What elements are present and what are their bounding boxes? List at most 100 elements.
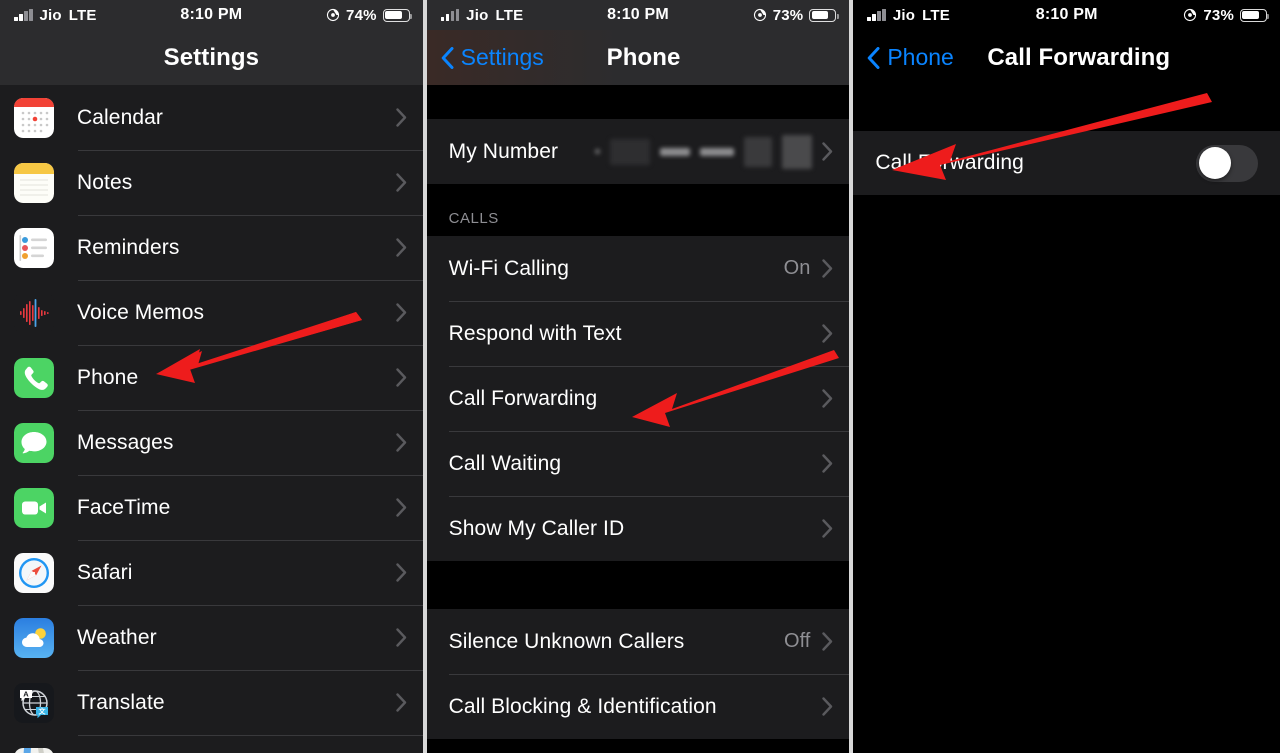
settings-apps-group: Calendar Notes Reminders Voice Memos Pho… [0, 85, 423, 753]
maps-app-icon [14, 747, 54, 753]
sidebar-item-maps[interactable] [0, 735, 423, 753]
chevron-right-icon [822, 454, 833, 473]
network-type-label: LTE [922, 6, 950, 24]
row-label: Show My Caller ID [448, 516, 625, 540]
chevron-right-icon [822, 259, 833, 278]
row-label: Call Forwarding [448, 386, 598, 410]
row-wifi-calling[interactable]: Wi-Fi Calling On [426, 236, 850, 301]
sidebar-item-messages[interactable]: Messages [0, 410, 423, 475]
cellular-signal-icon [867, 9, 886, 21]
settings-screen: Jio LTE 8:10 PM 74% Settings Calendar No… [0, 0, 423, 753]
row-silence-unknown-callers[interactable]: Silence Unknown Callers Off [426, 609, 850, 674]
network-type-label: LTE [68, 6, 97, 24]
back-button-label: Settings [460, 44, 544, 70]
call-forwarding-label: Call Forwarding [875, 151, 1024, 174]
row-label: Respond with Text [448, 321, 622, 345]
row-call-forwarding[interactable]: Call Forwarding [426, 366, 850, 431]
blocking-group: Silence Unknown Callers Off Call Blockin… [426, 609, 850, 739]
weather-app-icon [14, 617, 54, 658]
row-label: Call Blocking & Identification [448, 694, 717, 718]
svg-text:文: 文 [39, 706, 47, 715]
voice-memos-app-icon [14, 292, 54, 333]
chevron-right-icon [395, 628, 406, 647]
call-forwarding-toggle-row[interactable]: Call Forwarding [853, 131, 1280, 195]
row-show-my-caller-id[interactable]: Show My Caller ID [426, 496, 850, 561]
my-number-label: My Number [448, 139, 559, 163]
reminders-app-icon [14, 227, 54, 268]
chevron-right-icon [395, 498, 406, 517]
sidebar-item-translate[interactable]: A 文 Translate [0, 670, 423, 735]
chevron-right-icon [395, 693, 406, 712]
battery-percent-label: 73% [1203, 6, 1234, 24]
sidebar-item-label: Reminders [77, 235, 180, 259]
page-title: Call Forwarding [987, 43, 1171, 71]
sidebar-item-label: Weather [77, 625, 157, 649]
back-to-phone-button[interactable]: Phone [853, 44, 954, 71]
chevron-right-icon [395, 368, 406, 387]
chevron-right-icon [395, 108, 406, 127]
safari-app-icon [14, 552, 54, 593]
notes-app-icon [14, 162, 54, 203]
row-label: Silence Unknown Callers [448, 629, 685, 653]
chevron-right-icon [822, 324, 833, 343]
page-title: Settings [163, 43, 260, 71]
row-label: Call Waiting [448, 451, 562, 475]
sidebar-item-facetime[interactable]: FaceTime [0, 475, 423, 540]
chevron-left-icon [441, 46, 454, 69]
status-bar: Jio LTE 8:10 PM 73% [426, 0, 850, 30]
carrier-label: Jio [466, 6, 489, 24]
sidebar-item-reminders[interactable]: Reminders [0, 215, 423, 280]
row-call-waiting[interactable]: Call Waiting [426, 431, 850, 496]
list-top-spacer [426, 85, 850, 119]
calendar-app-icon [14, 97, 54, 138]
battery-icon [382, 8, 413, 22]
battery-percent-label: 73% [772, 6, 804, 24]
my-number-value-redacted [595, 134, 813, 169]
sidebar-item-label: Calendar [77, 105, 164, 129]
call-forwarding-toggle[interactable] [1196, 144, 1258, 182]
my-number-group: My Number [426, 119, 850, 184]
status-bar-right: 73% [1183, 6, 1270, 24]
sidebar-item-label: Voice Memos [77, 300, 205, 324]
battery-icon [809, 8, 839, 22]
sidebar-item-calendar[interactable]: Calendar [0, 85, 423, 150]
rotation-lock-icon [326, 8, 340, 22]
phone-settings-list: My Number CALLS Wi-Fi Calling On Respond… [426, 85, 850, 739]
settings-list: Calendar Notes Reminders Voice Memos Pho… [0, 85, 423, 753]
list-top-spacer [853, 85, 1280, 131]
sidebar-item-label: Notes [77, 170, 133, 194]
status-bar: Jio LTE 8:10 PM 74% [0, 0, 423, 30]
status-bar-left: Jio LTE [867, 7, 950, 24]
my-number-row[interactable]: My Number [426, 119, 850, 184]
sidebar-item-weather[interactable]: Weather [0, 605, 423, 670]
status-bar-right: 73% [753, 6, 839, 24]
sidebar-item-phone[interactable]: Phone [0, 345, 423, 410]
phone-nav-bar: Settings Phone [426, 30, 850, 85]
row-call-blocking-identification[interactable]: Call Blocking & Identification [426, 674, 850, 739]
call-forwarding-group: Call Forwarding [853, 131, 1280, 195]
sidebar-item-voice-memos[interactable]: Voice Memos [0, 280, 423, 345]
chevron-left-icon [868, 46, 880, 69]
group-spacer [426, 561, 850, 609]
chevron-right-icon [822, 389, 833, 408]
svg-text:A: A [23, 689, 29, 698]
chevron-right-icon [822, 697, 833, 716]
row-value: On [783, 257, 811, 279]
sidebar-item-notes[interactable]: Notes [0, 150, 423, 215]
row-respond-with-text[interactable]: Respond with Text [426, 301, 850, 366]
status-bar-right: 74% [326, 7, 413, 24]
chevron-right-icon [822, 519, 833, 538]
settings-nav-bar: Settings [0, 30, 423, 85]
toggle-knob [1199, 147, 1231, 179]
back-to-settings-button[interactable]: Settings [427, 44, 544, 71]
cellular-signal-icon [14, 9, 33, 21]
chevron-right-icon [822, 142, 833, 161]
chevron-right-icon [395, 173, 406, 192]
sidebar-item-safari[interactable]: Safari [0, 540, 423, 605]
phone-app-icon [14, 357, 54, 398]
chevron-right-icon [395, 303, 406, 322]
chevron-right-icon [395, 433, 406, 452]
chevron-right-icon [395, 563, 406, 582]
network-type-label: LTE [495, 6, 524, 24]
sidebar-item-label: Messages [77, 430, 174, 454]
